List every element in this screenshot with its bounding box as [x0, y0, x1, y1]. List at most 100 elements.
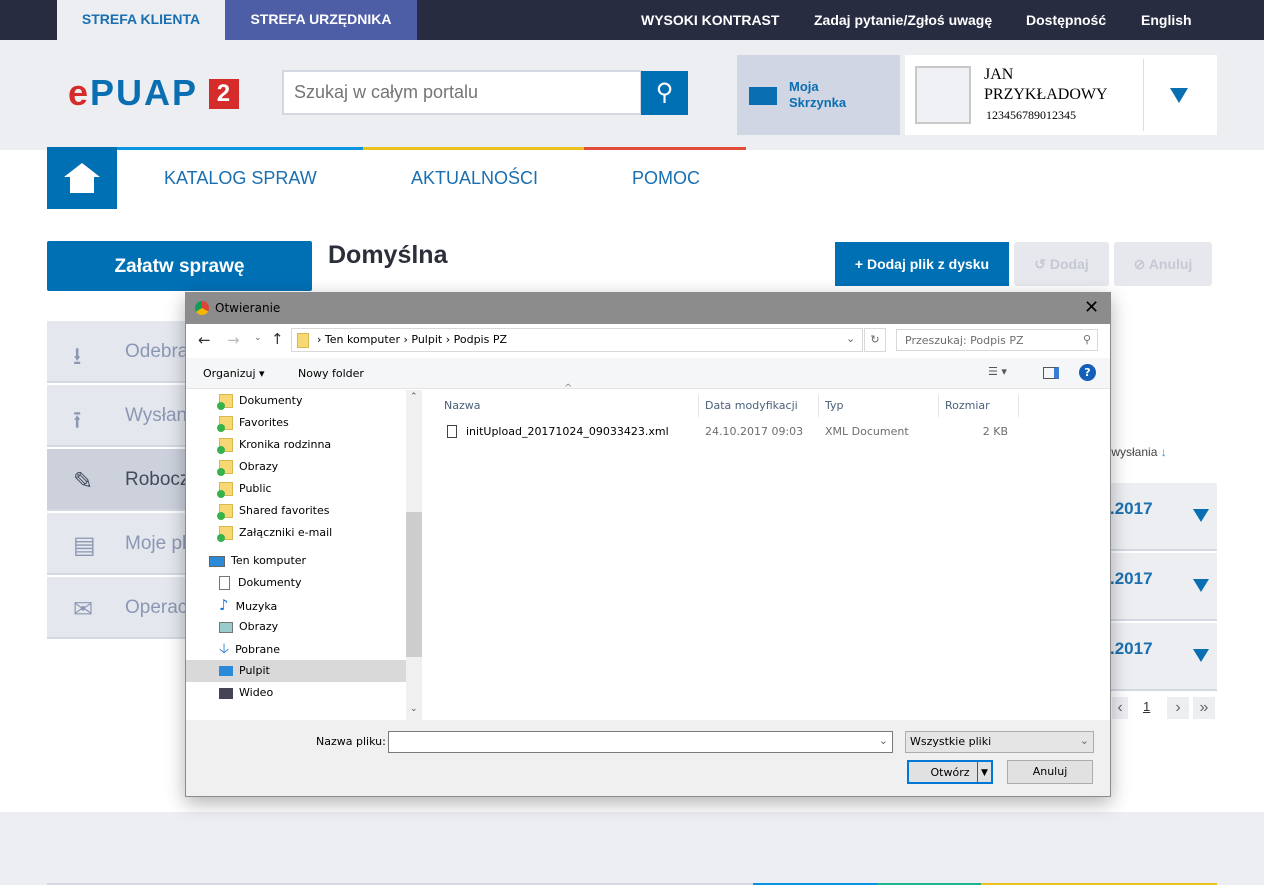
user-id: 123456789012345	[986, 108, 1076, 122]
english-link[interactable]: English	[1141, 0, 1192, 40]
address-bar[interactable]: › Ten komputer › Pulpit › Podpis PZ ⌄	[291, 328, 863, 352]
add-file-button[interactable]: + Dodaj plik z dysku	[835, 242, 1009, 286]
tree-item[interactable]: Public	[217, 478, 272, 500]
column-size[interactable]: Rozmiar	[939, 395, 1019, 417]
nav-aktualnosci[interactable]: AKTUALNOŚCI	[411, 168, 538, 189]
accessibility-link[interactable]: Dostępność	[1026, 0, 1106, 40]
menu-odebrane[interactable]: ⭳ Odebra	[47, 321, 188, 383]
tree-scrollbar[interactable]: ⌃ ⌄	[406, 390, 422, 720]
user-panel[interactable]: JAN PRZYKŁADOWY 123456789012345	[905, 55, 1217, 135]
cancel-button[interactable]: ⊘ Anuluj	[1114, 242, 1212, 286]
filename-input[interactable]: ⌄	[388, 731, 893, 753]
menu-moje-pliki[interactable]: ▤ Moje pl	[47, 513, 187, 575]
new-folder-button[interactable]: Nowy folder	[298, 367, 364, 380]
folder-search-input[interactable]: Przeszukaj: Podpis PZ ⚲	[896, 329, 1098, 351]
open-button[interactable]: Otwórz ▼	[907, 760, 993, 784]
dialog-toolbar: Organizuj ▾ Nowy folder ☰ ▾ ?	[186, 358, 1110, 389]
video-icon	[219, 687, 233, 699]
list-item[interactable]: .2017	[1100, 553, 1217, 621]
back-icon[interactable]: ←	[198, 331, 211, 349]
tree-item[interactable]: Obrazy	[217, 456, 278, 478]
tree-item[interactable]: Kronika rodzinna	[217, 434, 331, 456]
chevron-down-icon[interactable]	[1193, 579, 1209, 592]
home-icon	[64, 163, 100, 177]
tree-item[interactable]: Dokumenty	[219, 572, 301, 594]
mailbox-button[interactable]: Moja Skrzynka	[737, 55, 900, 135]
tab-strefa-klienta[interactable]: STREFA KLIENTA	[57, 0, 225, 40]
refresh-icon[interactable]: ↻	[864, 328, 886, 352]
mailbox-label: Moja Skrzynka	[789, 79, 847, 110]
prev-page-button[interactable]: ‹	[1112, 697, 1128, 719]
forward-icon[interactable]: →	[227, 331, 240, 349]
tree-item[interactable]: Favorites	[217, 412, 289, 434]
chevron-down-icon[interactable]	[1193, 509, 1209, 522]
search-icon[interactable]: ⚲	[641, 71, 688, 115]
file-open-dialog: Otwieranie ✕ ← → ⌄ ↑ › Ten komputer › Pu…	[185, 292, 1111, 797]
navigation-tree: Dokumenty Favorites Kronika rodzinna Obr…	[186, 390, 422, 720]
nav-pomoc[interactable]: POMOC	[632, 168, 700, 189]
current-page[interactable]: 1	[1143, 699, 1150, 714]
menu-wyslane[interactable]: ⭱ Wysłan	[47, 385, 187, 447]
view-options-icon[interactable]: ☰ ▾	[988, 365, 1007, 378]
computer-icon	[209, 555, 225, 567]
tree-item[interactable]: Dokumenty	[217, 390, 302, 412]
upload-icon: ⭱	[73, 407, 82, 434]
search-icon: ⚲	[1082, 333, 1091, 346]
breadcrumb-item[interactable]: Ten komputer	[325, 333, 400, 346]
file-row[interactable]: initUpload_20171024_09033423.xml 24.10.2…	[438, 421, 1038, 443]
desktop-icon	[219, 666, 233, 676]
envelope-icon	[749, 87, 777, 105]
menu-robocze[interactable]: ✎ Robocz	[47, 449, 189, 511]
dialog-cancel-button[interactable]: Anuluj	[1007, 760, 1093, 784]
home-button[interactable]	[47, 147, 117, 209]
preview-pane-icon[interactable]	[1043, 367, 1059, 379]
breadcrumb-item[interactable]: Podpis PZ	[454, 333, 507, 346]
chrome-icon	[195, 301, 209, 315]
column-type[interactable]: Typ	[819, 395, 939, 417]
filename-label: Nazwa pliku:	[316, 735, 386, 748]
tree-item[interactable]: 🡣 Pobrane	[219, 638, 280, 660]
last-page-button[interactable]: »	[1193, 697, 1215, 719]
tab-strefa-urzednika[interactable]: STREFA URZĘDNIKA	[225, 0, 417, 40]
chevron-down-icon[interactable]	[1193, 649, 1209, 662]
organize-button[interactable]: Organizuj ▾	[203, 367, 265, 380]
column-name[interactable]: Nazwa	[438, 395, 699, 417]
ask-question-link[interactable]: Zadaj pytanie/Zgłoś uwagę	[814, 0, 992, 40]
breadcrumb-item[interactable]: Pulpit	[411, 333, 442, 346]
portal-search-input[interactable]	[282, 70, 642, 115]
tray-icon: ▤	[73, 532, 96, 559]
tree-item[interactable]: Shared favorites	[217, 500, 329, 522]
up-icon[interactable]: ↑	[271, 330, 284, 348]
sort-indicator-icon: ^	[564, 383, 573, 394]
epuap-logo[interactable]: ePUAP 2	[68, 75, 240, 111]
tree-item-computer[interactable]: Ten komputer	[209, 550, 306, 572]
address-chevron-down-icon[interactable]: ⌄	[846, 332, 855, 345]
tree-item[interactable]: Wideo	[219, 682, 273, 704]
help-icon[interactable]: ?	[1079, 364, 1096, 381]
close-icon[interactable]: ✕	[1084, 297, 1099, 318]
music-icon: ♪	[219, 596, 229, 614]
dialog-title: Otwieranie	[215, 301, 281, 315]
dialog-footer: Nazwa pliku: ⌄ Wszystkie pliki ⌄ Otwórz ▼…	[186, 720, 1110, 796]
tree-item[interactable]: Obrazy	[219, 616, 278, 638]
user-name: JAN PRZYKŁADOWY	[984, 66, 1108, 103]
pictures-icon	[219, 621, 233, 633]
header: ePUAP 2 ⚲ Moja Skrzynka JANPRZYKŁADOWY 1…	[0, 40, 1264, 150]
list-item[interactable]: .2017	[1100, 623, 1217, 691]
tree-item[interactable]: Załączniki e-mail	[217, 522, 332, 544]
top-bar: STREFA KLIENTA STREFA URZĘDNIKA WYSOKI K…	[0, 0, 1264, 40]
nav-katalog-spraw[interactable]: KATALOG SPRAW	[164, 168, 317, 189]
file-type-select[interactable]: Wszystkie pliki ⌄	[905, 731, 1094, 753]
download-icon: ⭳	[73, 343, 82, 370]
add-button[interactable]: ↺ Dodaj	[1014, 242, 1109, 286]
next-page-button[interactable]: ›	[1167, 697, 1189, 719]
column-date[interactable]: Data modyfikacji	[699, 395, 819, 417]
tree-item[interactable]: ♪ Muzyka	[219, 594, 277, 616]
tree-item-selected[interactable]: Pulpit	[186, 660, 406, 682]
recent-chevron-down-icon[interactable]: ⌄	[254, 333, 262, 343]
menu-operacje[interactable]: ✉ Operac	[47, 577, 187, 639]
list-item[interactable]: .2017	[1100, 483, 1217, 551]
zalatw-sprawe-button[interactable]: Załatw sprawę	[47, 241, 312, 291]
high-contrast-link[interactable]: WYSOKI KONTRAST	[641, 0, 779, 40]
user-menu-chevron-down-icon[interactable]	[1170, 88, 1188, 103]
